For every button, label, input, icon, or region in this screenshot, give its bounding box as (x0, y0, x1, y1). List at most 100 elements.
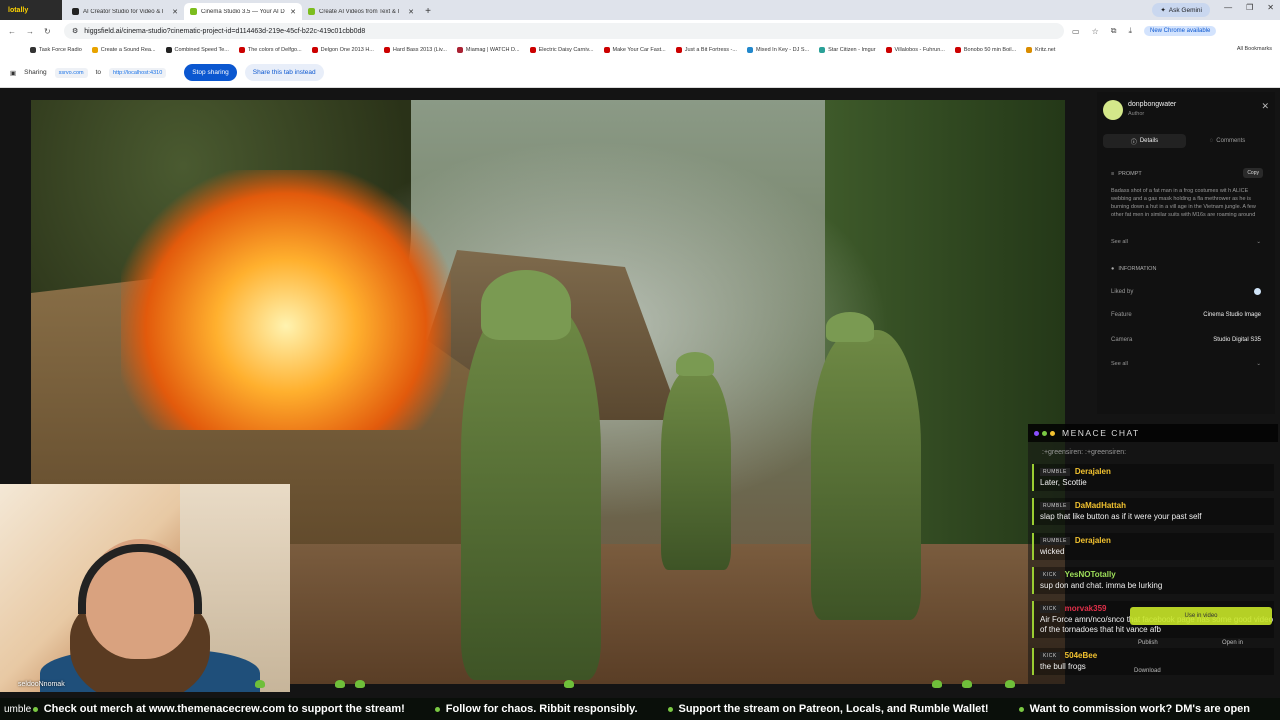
share-screen-icon: ▣ (10, 69, 17, 77)
tab-details[interactable]: ⓘ Details (1103, 134, 1186, 148)
bookmark-item[interactable]: Hard Bass 2013 (Liv... (383, 47, 447, 53)
author-role: Author (1128, 111, 1145, 117)
bookmark-item[interactable]: Delgon One 2013 H... (311, 47, 374, 53)
tab-create-ai-videos[interactable]: Create AI Videos from Text & I ✕ (302, 3, 420, 20)
bookmark-item[interactable]: Task Force Radio (30, 47, 82, 53)
tab-ai-creator-studio[interactable]: AI Creator Studio for Video & I ✕ (66, 3, 184, 20)
bookmark-item[interactable]: Electric Daisy Carniv... (529, 47, 594, 53)
bookmark-label: Create a Sound Rea... (100, 47, 156, 53)
sparkle-icon: ✦ (1160, 7, 1166, 14)
cast-icon[interactable]: ▭ (1072, 27, 1080, 36)
info-icon: ⓘ (1130, 139, 1137, 146)
toolbar-right: ▭ ☆ ⧉ ⤓ New Chrome available (1072, 26, 1217, 36)
frog-icon (335, 680, 345, 688)
tab-label: Create AI Videos from Text & I (319, 8, 400, 15)
bookmark-favicon-icon (30, 47, 36, 53)
overlay-publish[interactable]: Publish (1138, 640, 1158, 646)
share-to-label: to (95, 69, 102, 76)
chevron-down-icon: ⌄ (1256, 361, 1261, 367)
camera-label: Camera (1111, 337, 1133, 343)
tab-comments[interactable]: ◌ Comments (1186, 134, 1269, 148)
download-icon[interactable]: ⤓ (1128, 26, 1132, 36)
new-tab-button[interactable]: + (420, 3, 436, 20)
bullet-icon (434, 706, 440, 712)
platform-badge: RUMBLE (1040, 501, 1070, 510)
tab-first[interactable]: lotally (0, 0, 62, 20)
chat-message: RUMBLE Derajalen Later, Scottie (1032, 464, 1274, 491)
tab-details-label: Details (1139, 138, 1159, 144)
bookmark-favicon-icon (456, 47, 463, 53)
browser-tab-strip: lotally AI Creator Studio for Video & I … (0, 0, 1280, 20)
bookmark-item[interactable]: Combined Speed Te... (165, 47, 229, 53)
close-icon[interactable]: ✕ (408, 8, 414, 16)
author-name[interactable]: donpbongwater (1128, 101, 1176, 108)
star-icon[interactable]: ☆ (1092, 27, 1099, 36)
ticker-text: Want to commission work? DM's are open (1029, 703, 1250, 715)
bookmark-item[interactable]: Star Citizen - Imgur (819, 47, 876, 53)
bookmark-label: Hard Bass 2013 (Liv... (392, 47, 447, 53)
minimize-icon[interactable]: — (1224, 3, 1232, 12)
tab-favicon-icon (308, 8, 315, 15)
overlay-open-in[interactable]: Open in (1222, 640, 1243, 646)
site-info-icon[interactable]: ⚙ (72, 27, 78, 35)
bookmark-item[interactable]: Villalobos - Fuhrun... (885, 47, 945, 53)
platform-badge: KICK (1040, 651, 1060, 660)
frog-icon (1005, 680, 1015, 688)
new-chrome-button[interactable]: New Chrome available (1144, 26, 1217, 36)
see-all-info[interactable]: See all ⌄ (1111, 361, 1261, 367)
bookmark-label: Kritz.net (1035, 47, 1056, 53)
liked-by-row: Liked by (1111, 288, 1261, 295)
frog-icon (355, 680, 365, 688)
tab-comments-label: Comments (1216, 138, 1246, 144)
bookmark-item[interactable]: Make Your Car Fast... (603, 47, 666, 53)
use-in-video-button[interactable]: Use in video (1130, 607, 1272, 625)
screen: lotally AI Creator Studio for Video & I … (0, 0, 1280, 720)
stop-sharing-button[interactable]: Stop sharing (184, 64, 237, 81)
extensions-icon[interactable]: ⧉ (1111, 26, 1117, 36)
address-toolbar: ← → ↻ ⚙ higgsfield.ai/cinema-studio?cine… (0, 20, 1280, 42)
bookmark-favicon-icon (383, 47, 390, 53)
ask-gemini-button[interactable]: ✦ Ask Gemini (1152, 3, 1210, 17)
chat-message: RUMBLE DaMadHattah slap that like button a… (1032, 498, 1274, 525)
overlay-download[interactable]: Download (1134, 668, 1161, 674)
back-icon[interactable]: ← (8, 27, 16, 36)
all-bookmarks-button[interactable]: All Bookmarks (1237, 46, 1272, 52)
close-icon[interactable]: ✕ (290, 8, 296, 16)
bookmarks-bar: Task Force Radio Create a Sound Rea... Com… (0, 42, 1280, 58)
bullet-icon (667, 706, 673, 712)
details-panel: donpbongwater Author ✕ ⓘ Details ◌ Comment… (1097, 92, 1275, 414)
bookmark-item[interactable]: Create a Sound Rea... (91, 47, 156, 53)
tab-cinema-studio[interactable]: Cinema Studio 3.5 — Your AI D ✕ (184, 3, 302, 20)
close-icon[interactable]: ✕ (1261, 101, 1269, 112)
avatar[interactable] (1103, 100, 1123, 120)
bookmark-item[interactable]: Mixed In Key - DJ S... (746, 47, 809, 53)
frog-soldier-flamethrower (461, 300, 601, 680)
share-this-tab-button[interactable]: Share this tab instead (244, 64, 324, 81)
chat-message-header: KICK YesNOTotally (1040, 570, 1274, 579)
bookmark-item[interactable]: Kritz.net (1026, 47, 1055, 53)
bookmark-item[interactable]: The colors of Delfgo... (238, 47, 302, 53)
bookmark-item[interactable]: Just a Bit Fortress -... (675, 47, 737, 53)
close-window-icon[interactable]: ✕ (1267, 3, 1274, 12)
status-dot (1050, 430, 1055, 436)
forward-icon[interactable]: → (26, 27, 34, 36)
maximize-icon[interactable]: ❐ (1246, 3, 1253, 12)
window-controls: — ❐ ✕ (1224, 3, 1274, 12)
url-bar[interactable]: ⚙ higgsfield.ai/cinema-studio?cinematic-… (64, 23, 1064, 39)
copy-button[interactable]: Copy (1243, 168, 1263, 178)
bookmark-favicon-icon (954, 47, 961, 53)
liker-avatar[interactable] (1254, 288, 1261, 295)
ticker-item: Check out merch at www.themenacecrew.com… (32, 703, 405, 715)
see-all-prompt[interactable]: See all ⌄ (1111, 239, 1261, 245)
bookmark-item[interactable]: Miamag | WATCH D... (456, 47, 520, 53)
close-icon[interactable]: ✕ (172, 8, 178, 16)
soldier-helmet (826, 312, 874, 342)
bookmark-label: Star Citizen - Imgur (828, 47, 876, 53)
bookmark-favicon-icon (1026, 47, 1033, 53)
feature-row: Feature Cinema Studio Image (1111, 312, 1261, 318)
frog-icon (255, 680, 265, 688)
platform-badge: RUMBLE (1040, 536, 1070, 545)
bookmark-item[interactable]: Bonobo 50 min Boil... (954, 47, 1016, 53)
reload-icon[interactable]: ↻ (44, 27, 51, 36)
chat-header: MENACE CHAT (1028, 424, 1278, 442)
